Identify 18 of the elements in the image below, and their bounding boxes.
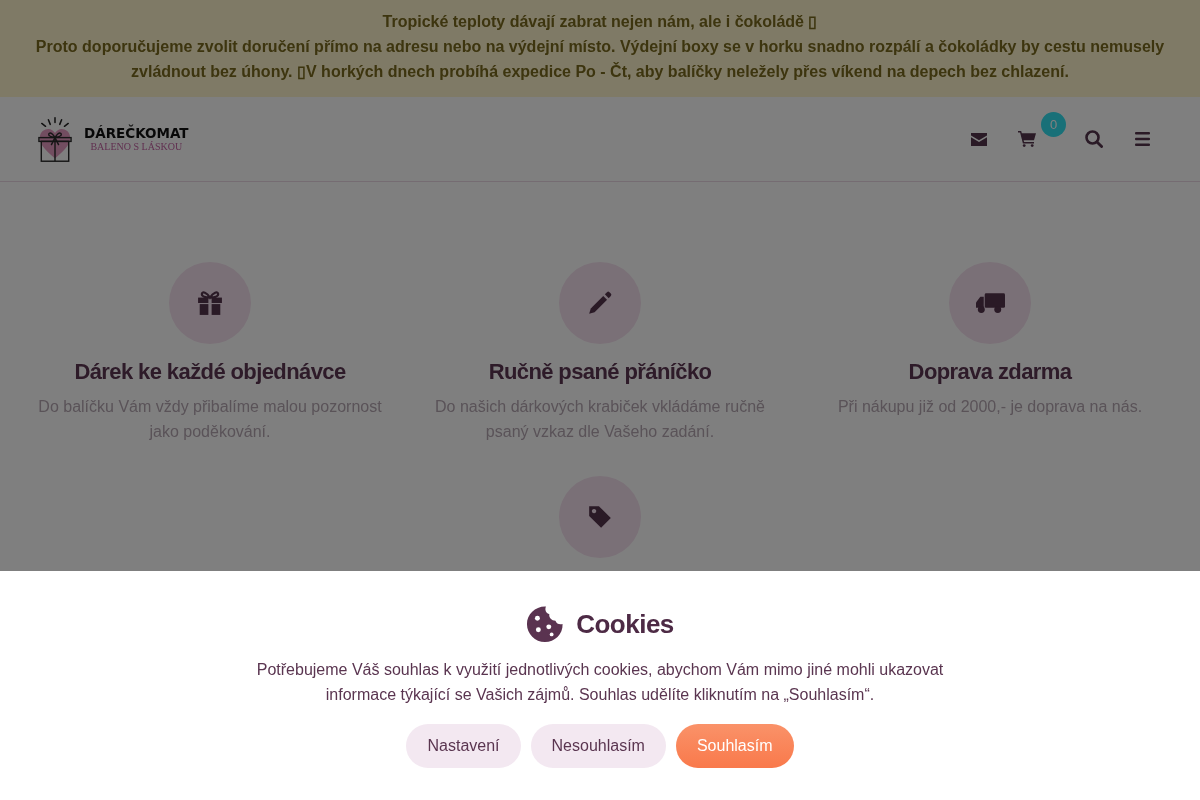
notice-title: Tropické teploty dávají zabrat nejen nám, ale i čokoládě ▯ bbox=[381, 12, 819, 32]
envelope-icon[interactable] bbox=[971, 132, 987, 146]
reject-button[interactable]: Nesouhlasím bbox=[530, 724, 666, 768]
feature-title: Doprava zdarma bbox=[908, 359, 1072, 385]
cookie-title: Cookies bbox=[576, 608, 674, 640]
cookie-text: Potřebujeme Váš souhlas k využití jednotlivých cookies, abychom Vám mimo jiné mohli ukazovat informace týkající se Vašich zájmů. Souhlas udělíte kliknutím na „Souhlasím“. bbox=[255, 660, 945, 705]
notice-text: Proto doporučujeme zvolit doručení přímo na adresu nebo na výdejní místo. Výdejní boxy se v horku snadno rozpálí a čokoládky by cestu nemusely zvládnout bez úhony. ▯V horkých dnech probíhá expedice Po - Čt, aby balíčky neležely přes víkend na depech bez chlazení. bbox=[34, 37, 1166, 82]
gift-heart-logo-icon[interactable] bbox=[38, 115, 72, 163]
cart-icon[interactable] bbox=[1018, 131, 1036, 147]
search-icon[interactable] bbox=[1085, 130, 1103, 148]
feature-title: Dárek ke každé objednávce bbox=[74, 359, 346, 385]
brand-tagline: BALENO S LÁSKOU bbox=[90, 141, 183, 153]
cart-count-badge: 0 bbox=[1041, 112, 1066, 137]
brand-name[interactable]: DÁREČKOMAT bbox=[84, 125, 189, 141]
feature-title: Ručně psané přáníčko bbox=[488, 359, 712, 385]
cookie-icon bbox=[526, 605, 565, 643]
settings-button[interactable]: Nastavení bbox=[406, 724, 521, 768]
menu-icon[interactable] bbox=[1134, 132, 1150, 146]
